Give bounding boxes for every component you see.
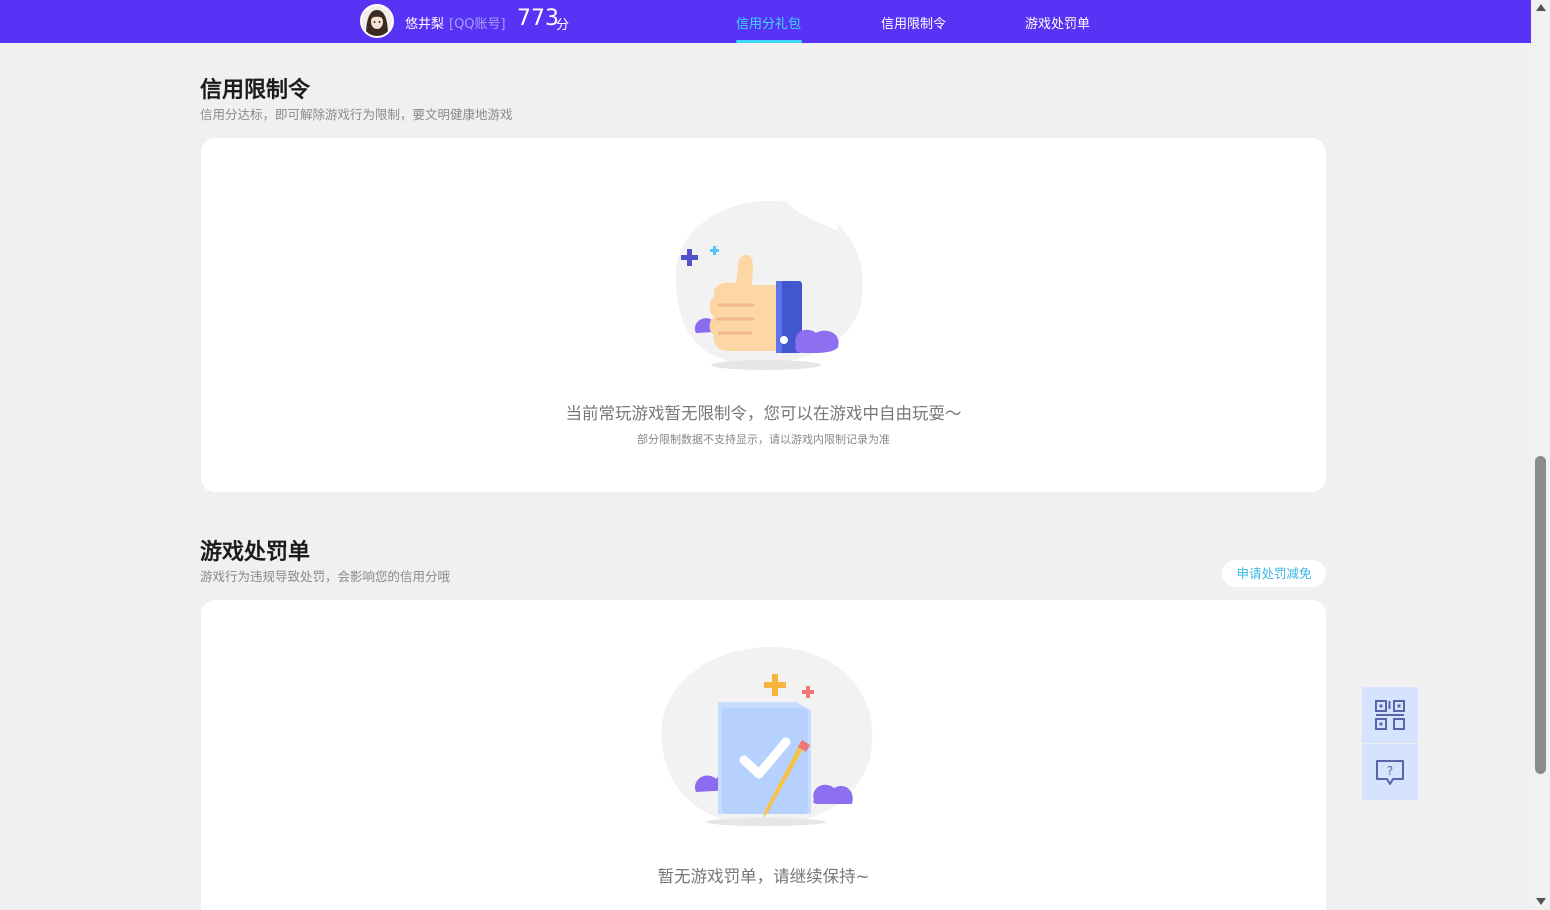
restriction-section-subtitle: 信用分达标，即可解除游戏行为限制，要文明健康地游戏 [200,107,513,122]
tab-credit-restriction[interactable]: 信用限制令 [881,13,946,32]
apply-penalty-reduction-button[interactable]: 申请处罚减免 [1222,560,1326,587]
restriction-section-title: 信用限制令 [200,78,311,103]
penalty-section-subtitle: 游戏行为违规导致处罚，会影响您的信用分哦 [200,569,451,584]
restriction-empty-note: 部分限制数据不支持显示，请以游戏内限制记录为准 [637,433,890,446]
active-tab-indicator [736,40,802,43]
credit-score-unit: 分 [556,18,570,33]
penalty-empty-message: 暂无游戏罚单，请继续保持~ [657,867,870,886]
help-feedback-button[interactable]: ? [1362,744,1418,800]
tab-game-penalty[interactable]: 游戏处罚单 [1025,13,1090,32]
penalty-section-title: 游戏处罚单 [200,540,311,565]
vertical-scrollbar[interactable] [1531,0,1550,910]
tab-credit-gift[interactable]: 信用分礼包 [736,13,801,32]
username: 悠井梨 [405,17,445,32]
scrollbar-thumb[interactable] [1535,456,1546,774]
side-toolbar: ? [1362,687,1418,800]
restriction-empty-message: 当前常玩游戏暂无限制令，您可以在游戏中自由玩耍～ [565,404,962,423]
scroll-down-arrow-icon[interactable] [1536,898,1546,905]
restriction-card: 当前常玩游戏暂无限制令，您可以在游戏中自由玩耍～ 部分限制数据不支持显示，请以游… [201,138,1326,492]
credit-score-value: 773 [517,6,559,31]
qr-code-icon [1375,700,1405,730]
top-navigation-bar: 悠井梨 [QQ账号] 773 分 信用分礼包 信用限制令 游戏处罚单 [0,0,1531,43]
qr-code-button[interactable] [1362,687,1418,743]
avatar[interactable] [360,4,394,38]
avatar-image [362,6,392,36]
scroll-up-arrow-icon[interactable] [1536,4,1546,11]
account-type-label: [QQ账号] [449,17,506,32]
thumbs-up-illustration [675,200,863,370]
penalty-card: 暂无游戏罚单，请继续保持~ [201,600,1326,910]
document-check-illustration [661,646,873,826]
help-chat-icon: ? [1376,760,1404,785]
svg-text:?: ? [1387,764,1393,778]
